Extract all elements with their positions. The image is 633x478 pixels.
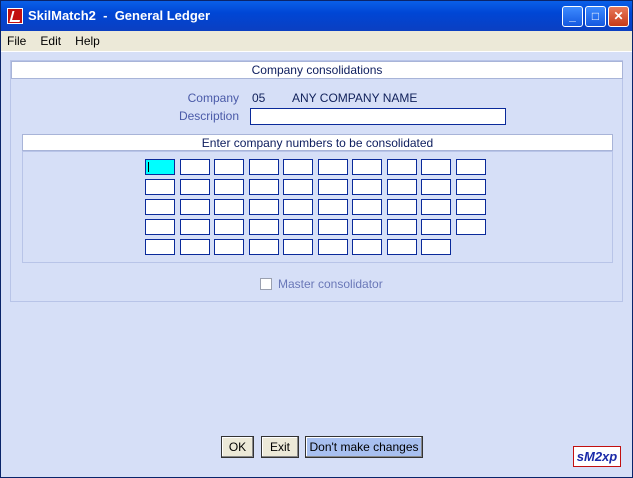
skilmatch-logo: sM2xp [573, 446, 621, 467]
close-button[interactable]: ✕ [608, 6, 629, 27]
company-number-field[interactable] [421, 219, 451, 235]
company-number-field[interactable] [145, 219, 175, 235]
company-number-field[interactable] [145, 199, 175, 215]
company-number-field[interactable] [421, 199, 451, 215]
company-number-field[interactable] [248, 159, 279, 175]
dont-make-changes-button[interactable]: Don't make changes [305, 436, 423, 458]
company-number-field[interactable] [179, 199, 210, 215]
company-number-field[interactable] [317, 159, 348, 175]
company-number-field[interactable] [317, 199, 348, 215]
company-number-field[interactable] [386, 159, 417, 175]
company-number-field[interactable] [248, 239, 279, 255]
company-number-field[interactable] [248, 179, 279, 195]
master-consolidator-checkbox[interactable] [260, 278, 272, 290]
company-number-field[interactable] [179, 239, 210, 255]
company-number-field[interactable] [283, 219, 313, 235]
company-number-field[interactable] [421, 159, 451, 175]
menu-bar: File Edit Help [1, 31, 632, 52]
company-number: 05 [252, 91, 266, 105]
company-number-field[interactable] [283, 159, 313, 175]
company-number-field[interactable] [455, 179, 486, 195]
description-label: Description [178, 109, 239, 123]
company-number-field[interactable] [352, 239, 382, 255]
company-name: ANY COMPANY NAME [292, 91, 418, 105]
company-number-field[interactable] [352, 179, 382, 195]
company-number-field[interactable] [386, 199, 417, 215]
exit-button[interactable]: Exit [261, 436, 299, 458]
company-number-field[interactable] [145, 179, 175, 195]
company-number-field[interactable] [352, 159, 382, 175]
master-consolidator-label: Master consolidator [278, 277, 383, 291]
company-number-field[interactable] [386, 239, 417, 255]
company-number-field[interactable] [317, 179, 348, 195]
app-window: SkilMatch2 - General Ledger _ □ ✕ File E… [0, 0, 633, 478]
company-number-field[interactable] [352, 199, 382, 215]
company-number-field[interactable] [248, 199, 279, 215]
menu-edit[interactable]: Edit [34, 31, 66, 48]
company-number-field[interactable] [283, 239, 313, 255]
grid-header: Enter company numbers to be consolidated [22, 134, 613, 151]
company-number-field[interactable] [248, 219, 279, 235]
company-number-field[interactable] [179, 219, 210, 235]
company-number-field[interactable] [455, 219, 486, 235]
minimize-button[interactable]: _ [562, 6, 583, 27]
company-number-field[interactable] [455, 199, 486, 215]
company-number-field[interactable] [145, 159, 175, 175]
section-header: Company consolidations [11, 61, 623, 79]
company-number-field[interactable] [145, 239, 175, 255]
company-number-field[interactable] [421, 179, 451, 195]
company-number-field[interactable] [317, 219, 348, 235]
company-label: Company [187, 91, 239, 105]
ok-button[interactable]: OK [221, 436, 254, 458]
company-number-field[interactable] [179, 159, 210, 175]
menu-file[interactable]: File [1, 31, 31, 48]
menu-help[interactable]: Help [69, 31, 105, 48]
title-bar[interactable]: SkilMatch2 - General Ledger _ □ ✕ [1, 1, 632, 31]
description-input[interactable] [250, 108, 506, 125]
company-number-field[interactable] [179, 179, 210, 195]
company-number-field[interactable] [455, 159, 486, 175]
company-number-field[interactable] [386, 179, 417, 195]
company-number-field[interactable] [317, 239, 348, 255]
company-number-field[interactable] [352, 219, 382, 235]
maximize-button[interactable]: □ [585, 6, 606, 27]
window-title: SkilMatch2 - General Ledger [28, 8, 211, 23]
app-icon [7, 8, 23, 24]
company-number-field[interactable] [214, 179, 244, 195]
company-number-field[interactable] [421, 239, 451, 255]
company-number-field[interactable] [283, 179, 313, 195]
company-number-field[interactable] [283, 199, 313, 215]
company-number-field[interactable] [386, 219, 417, 235]
company-number-field[interactable] [214, 199, 244, 215]
company-number-field[interactable] [214, 219, 244, 235]
company-number-field[interactable] [214, 239, 244, 255]
company-number-field[interactable] [214, 159, 244, 175]
